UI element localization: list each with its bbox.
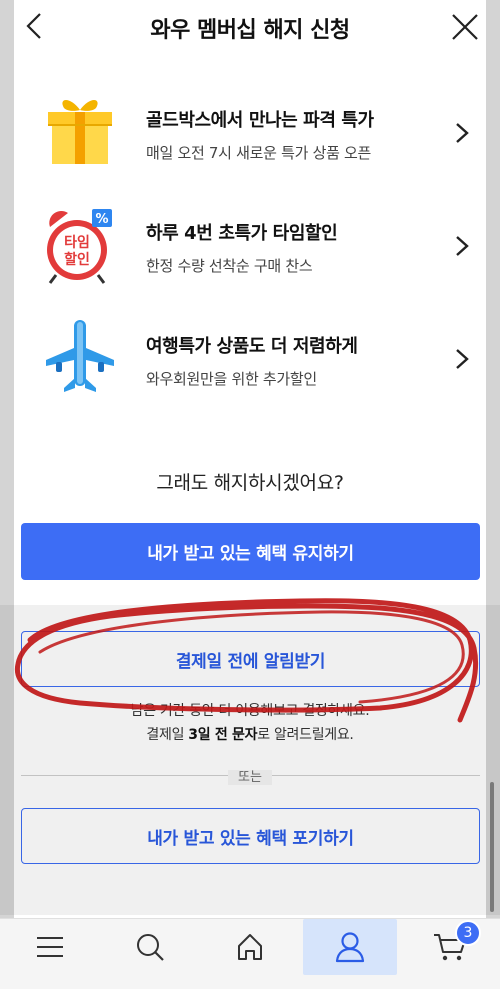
- scrollbar[interactable]: [490, 782, 494, 912]
- alarm-clock-icon: 타임 할인 %: [47, 209, 112, 284]
- chevron-right-icon: [456, 123, 469, 143]
- page-title: 와우 멤버십 해지 신청: [150, 18, 350, 43]
- nav-my-coupang[interactable]: [303, 919, 397, 975]
- svg-text:할인: 할인: [64, 251, 90, 268]
- benefit-title: 여행특가 상품도 더 저렴하게: [146, 336, 358, 357]
- header: 와우 멤버십 해지 신청: [14, 0, 486, 52]
- benefit-title: 하루 4번 초특가 타임할인: [146, 223, 338, 244]
- close-icon[interactable]: [450, 12, 480, 42]
- benefit-title: 골드박스에서 만나는 파격 특가: [146, 110, 374, 131]
- nav-cart[interactable]: [403, 919, 497, 975]
- benefit-subtitle: 한정 수량 선착순 구매 찬스: [146, 257, 313, 275]
- svg-text:타임: 타임: [64, 235, 90, 251]
- or-divider-label: 또는: [14, 766, 486, 785]
- notify-note-line1: 남은 기간 동안 더 이용해보고 결정하세요.: [130, 703, 370, 719]
- notify-note-highlight: 3일 전 문자: [188, 727, 258, 743]
- benefit-subtitle: 와우회원만을 위한 추가할인: [146, 370, 317, 388]
- notify-before-payment-button[interactable]: 결제일 전에 알림받기: [21, 631, 480, 687]
- percent-badge: %: [95, 212, 108, 227]
- cancel-membership-page: 와우 멤버십 해지 신청 골드박스에서 만나는 파격 특가 매일 오전 7시 새…: [14, 0, 486, 989]
- chevron-right-icon: [456, 236, 469, 256]
- keep-benefits-button[interactable]: 내가 받고 있는 혜택 유지하기: [21, 523, 480, 580]
- benefit-item-goldbox[interactable]: 골드박스에서 만나는 파격 특가 매일 오전 7시 새로운 특가 상품 오픈: [14, 92, 486, 182]
- home-icon: [238, 934, 262, 960]
- confirm-question: 그래도 해지하시겠어요?: [156, 472, 344, 494]
- benefit-subtitle: 매일 오전 7시 새로운 특가 상품 오픈: [146, 144, 372, 162]
- benefit-item-travel[interactable]: 여행특가 상품도 더 저렴하게 와우회원만을 위한 추가할인: [14, 318, 486, 408]
- give-up-benefits-button[interactable]: 내가 받고 있는 혜택 포기하기: [21, 808, 480, 864]
- gift-box-icon: [48, 100, 112, 164]
- benefit-item-timesale[interactable]: 타임 할인 % 하루 4번 초특가 타임할인 한정 수량 선착순 구매 찬스: [14, 205, 486, 295]
- nav-home[interactable]: [203, 919, 297, 975]
- search-icon: [137, 934, 164, 961]
- nav-menu[interactable]: [3, 919, 97, 975]
- hamburger-menu-icon: [37, 937, 63, 957]
- nav-search[interactable]: [103, 919, 197, 975]
- bottom-nav: [0, 918, 500, 989]
- notify-note-line2: 결제일 3일 전 문자로 알려드릴게요.: [146, 727, 354, 743]
- user-icon: [335, 932, 365, 963]
- chevron-right-icon: [456, 349, 469, 369]
- cart-count-badge: 3: [455, 920, 481, 946]
- airplane-icon: [46, 320, 114, 392]
